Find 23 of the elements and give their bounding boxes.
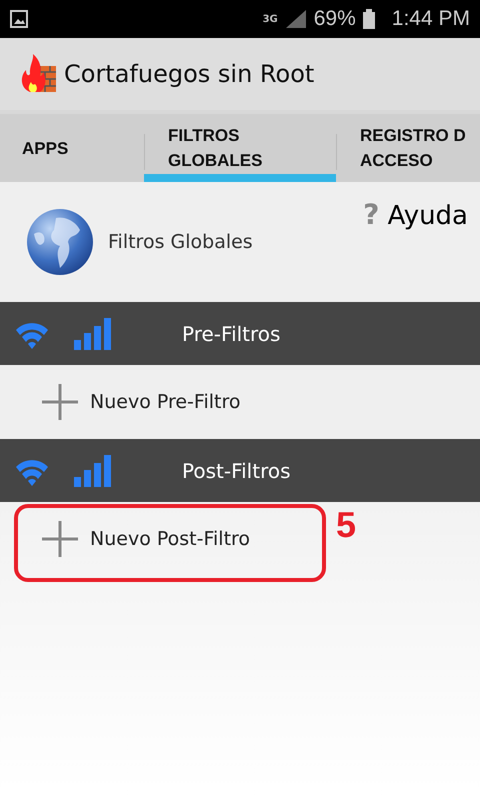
app-title: Cortafuegos sin Root: [64, 60, 314, 88]
section-title: Pre-Filtros: [182, 322, 280, 346]
network-label: 3G: [262, 14, 278, 24]
battery-icon: [362, 9, 376, 29]
plus-icon: [42, 384, 78, 420]
plus-icon: [42, 521, 78, 557]
signal-icon: [284, 8, 308, 30]
tab[interactable]: REGISTRO D ACCESO: [336, 114, 480, 182]
firewall-logo-icon: [20, 54, 56, 94]
add-filter-button[interactable]: Nuevo Post-Filtro: [42, 521, 250, 557]
tab[interactable]: FILTROS GLOBALES: [144, 114, 336, 182]
globe-icon: [26, 208, 94, 276]
battery-percent: 69%: [314, 7, 356, 31]
section-title: Filtros Globales: [108, 231, 253, 253]
add-filter-button[interactable]: Nuevo Pre-Filtro: [42, 384, 240, 420]
help-button[interactable]: ? Ayuda: [363, 198, 468, 231]
tab[interactable]: APPS: [0, 114, 144, 182]
step-number: 5: [336, 504, 356, 546]
signal-bars-icon: [74, 318, 111, 350]
signal-bars-icon: [74, 454, 111, 486]
image-icon: [10, 10, 28, 28]
clock: 1:44 PM: [392, 7, 470, 31]
section-title: Post-Filtros: [182, 458, 291, 482]
